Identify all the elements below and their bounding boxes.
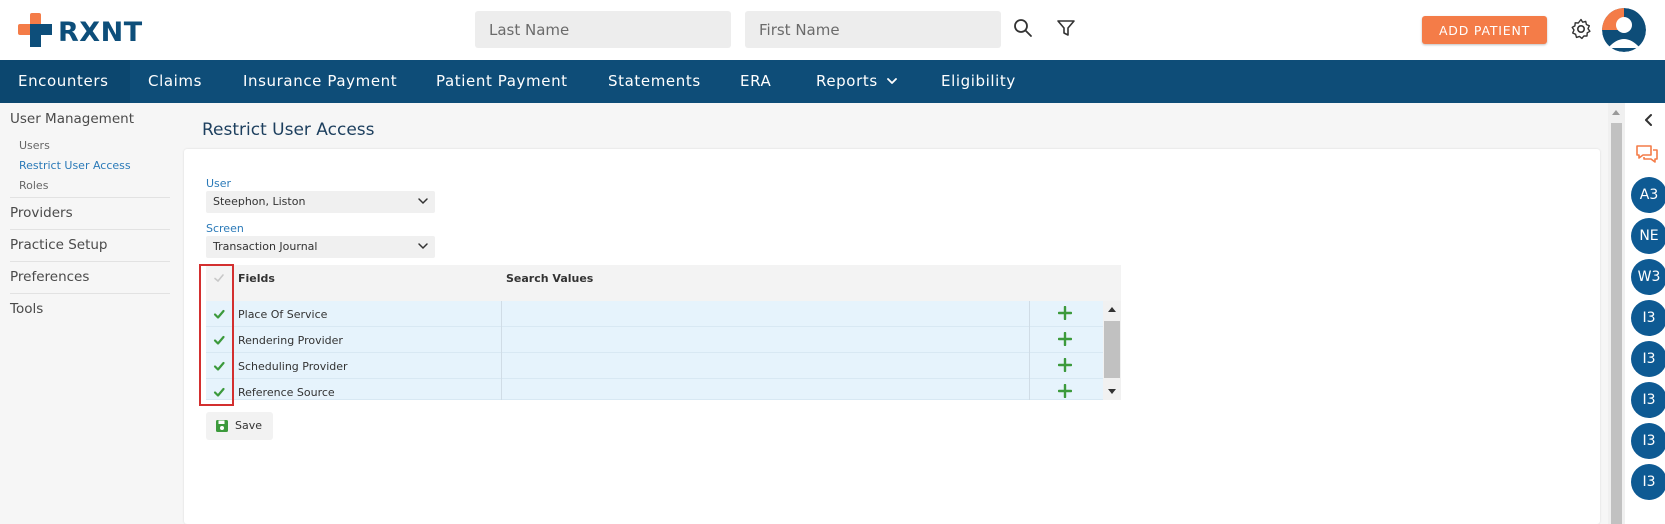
sidebar-providers[interactable]: Providers bbox=[10, 205, 73, 221]
grid-scrollbar-thumb[interactable] bbox=[1104, 321, 1120, 378]
column-divider bbox=[501, 301, 502, 327]
chevron-down-icon bbox=[418, 198, 428, 205]
row-field-name: Place Of Service bbox=[238, 308, 328, 321]
page-title: Restrict User Access bbox=[202, 120, 375, 140]
nav-reports[interactable]: Reports bbox=[816, 60, 878, 103]
column-divider bbox=[501, 327, 502, 353]
sidebar-divider bbox=[10, 229, 170, 230]
sidebar-divider bbox=[10, 261, 170, 262]
column-divider bbox=[1029, 301, 1030, 327]
collapse-chevron-left-icon[interactable] bbox=[1642, 113, 1656, 127]
user-bubble[interactable]: I3 bbox=[1631, 300, 1665, 336]
row-field-name: Scheduling Provider bbox=[238, 360, 348, 373]
grid-scrollbar[interactable] bbox=[1103, 301, 1121, 400]
sidebar-tools[interactable]: Tools bbox=[10, 301, 43, 317]
chevron-down-icon bbox=[418, 243, 428, 250]
page-scrollbar-thumb[interactable] bbox=[1611, 123, 1622, 524]
nav-insurance-payment[interactable]: Insurance Payment bbox=[243, 60, 397, 103]
nav-era[interactable]: ERA bbox=[740, 60, 771, 103]
highlight-annotation-box bbox=[199, 264, 234, 406]
user-select-value: Steephon, Liston bbox=[213, 195, 306, 208]
nav-claims[interactable]: Claims bbox=[148, 60, 202, 103]
user-bubble[interactable]: I3 bbox=[1631, 341, 1665, 377]
column-divider bbox=[1029, 379, 1030, 400]
sidebar-user-management[interactable]: User Management bbox=[10, 111, 134, 127]
column-divider bbox=[1029, 327, 1030, 353]
table-row[interactable]: Place Of Service bbox=[206, 301, 1103, 327]
gear-icon[interactable] bbox=[1569, 17, 1593, 41]
scroll-up-arrow-icon[interactable] bbox=[1107, 305, 1117, 313]
save-button[interactable]: Save bbox=[206, 412, 273, 440]
add-value-plus-icon[interactable] bbox=[1058, 358, 1072, 372]
nav-statements[interactable]: Statements bbox=[608, 60, 701, 103]
nav-encounters[interactable]: Encounters bbox=[18, 60, 109, 103]
screen-select-value: Transaction Journal bbox=[213, 240, 318, 253]
reports-chevron-down-icon[interactable] bbox=[886, 75, 898, 87]
rxnt-logo[interactable]: RXNT bbox=[18, 12, 148, 48]
screen-label: Screen bbox=[206, 222, 244, 235]
add-value-plus-icon[interactable] bbox=[1058, 384, 1072, 398]
scroll-up-arrow-icon[interactable] bbox=[1611, 108, 1621, 116]
avatar-person-icon bbox=[1602, 8, 1646, 52]
table-row[interactable]: Reference Source bbox=[206, 379, 1103, 400]
col-header-search-values[interactable]: Search Values bbox=[506, 272, 593, 285]
save-disk-icon bbox=[216, 420, 228, 432]
sidebar-item-users[interactable]: Users bbox=[19, 139, 50, 152]
table-row[interactable]: Scheduling Provider bbox=[206, 353, 1103, 379]
table-row[interactable]: Rendering Provider bbox=[206, 327, 1103, 353]
user-bubble[interactable]: I3 bbox=[1631, 382, 1665, 418]
column-divider bbox=[501, 379, 502, 400]
add-value-plus-icon[interactable] bbox=[1058, 332, 1072, 346]
column-divider bbox=[501, 353, 502, 379]
search-icon[interactable] bbox=[1011, 16, 1035, 40]
nav-eligibility[interactable]: Eligibility bbox=[941, 60, 1016, 103]
sidebar-divider bbox=[10, 197, 170, 198]
chat-icon[interactable] bbox=[1635, 143, 1659, 165]
row-field-name: Reference Source bbox=[238, 386, 335, 399]
user-bubble[interactable]: NE bbox=[1631, 218, 1665, 254]
screen-select[interactable]: Transaction Journal bbox=[206, 236, 435, 258]
scroll-down-arrow-icon[interactable] bbox=[1107, 388, 1117, 396]
nav-patient-payment[interactable]: Patient Payment bbox=[436, 60, 568, 103]
sidebar-item-roles[interactable]: Roles bbox=[19, 179, 48, 192]
user-bubble[interactable]: W3 bbox=[1631, 259, 1665, 295]
last-name-input[interactable] bbox=[475, 11, 731, 48]
sidebar-preferences[interactable]: Preferences bbox=[10, 269, 89, 285]
sidebar-practice-setup[interactable]: Practice Setup bbox=[10, 237, 108, 253]
user-avatar[interactable] bbox=[1602, 8, 1646, 52]
main-nav: Encounters Claims Insurance Payment Pati… bbox=[0, 60, 1665, 103]
add-value-plus-icon[interactable] bbox=[1058, 306, 1072, 320]
logo-text: RXNT bbox=[58, 17, 143, 48]
user-bubble[interactable]: A3 bbox=[1631, 177, 1665, 213]
col-header-fields[interactable]: Fields bbox=[238, 272, 275, 285]
page-scrollbar[interactable] bbox=[1608, 103, 1625, 524]
app-header: RXNT ADD PATIENT bbox=[0, 0, 1665, 60]
sidebar-divider bbox=[10, 293, 170, 294]
row-field-name: Rendering Provider bbox=[238, 334, 343, 347]
add-patient-button[interactable]: ADD PATIENT bbox=[1422, 16, 1547, 44]
sidebar-item-restrict-user-access[interactable]: Restrict User Access bbox=[19, 159, 131, 172]
save-button-label: Save bbox=[235, 419, 263, 432]
logo-cross-icon bbox=[18, 13, 52, 47]
user-select[interactable]: Steephon, Liston bbox=[206, 191, 435, 213]
right-panel: A3 NE W3 I3 I3 I3 I3 I3 bbox=[1625, 103, 1665, 524]
user-label: User bbox=[206, 177, 232, 190]
grid-header: Fields Search Values bbox=[206, 265, 1121, 301]
user-bubble[interactable]: I3 bbox=[1631, 423, 1665, 459]
filter-icon[interactable] bbox=[1054, 16, 1078, 40]
user-bubble[interactable]: I3 bbox=[1631, 464, 1665, 500]
first-name-input[interactable] bbox=[745, 11, 1001, 48]
fields-grid: Fields Search Values Place Of Service Re… bbox=[206, 265, 1121, 400]
settings-sidebar: User Management Users Restrict User Acce… bbox=[0, 103, 170, 524]
column-divider bbox=[1029, 353, 1030, 379]
